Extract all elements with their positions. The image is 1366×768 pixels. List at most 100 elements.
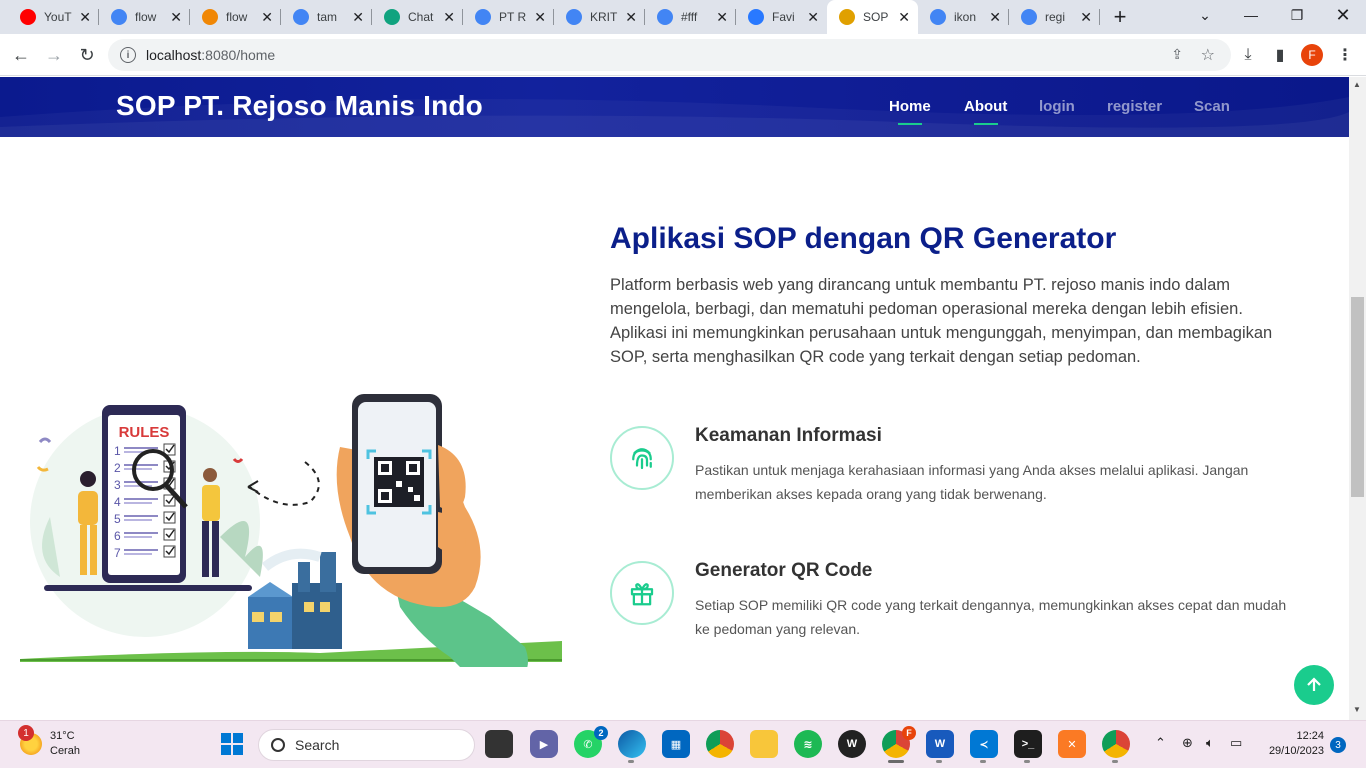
google-icon (475, 9, 491, 25)
scroll-down-icon[interactable]: ▼ (1353, 705, 1361, 714)
volume-icon[interactable]: 🔈︎ (1206, 735, 1214, 751)
rule-number: 4 (114, 495, 121, 509)
weather-temp: 31°C (50, 730, 75, 742)
site-info-icon[interactable]: i (120, 47, 136, 63)
browser-tab[interactable]: Favi ✕ (736, 0, 827, 34)
language-globe-icon[interactable]: ⊕ (1182, 735, 1193, 751)
rule-line (124, 468, 152, 470)
chrome-alt-icon[interactable] (1102, 730, 1130, 758)
bookmark-star-icon[interactable]: ☆ (1201, 45, 1215, 65)
profile-avatar[interactable]: F (1301, 44, 1323, 66)
sun-icon: 1 (18, 725, 42, 755)
tab-search-chevron-icon[interactable]: ⌄ (1182, 0, 1228, 30)
about-description: Platform berbasis web yang dirancang unt… (610, 276, 1273, 366)
google-icon (1021, 9, 1037, 25)
forward-button[interactable]: → (41, 42, 67, 68)
tab-close-icon[interactable]: ✕ (989, 9, 1001, 26)
task-view-icon[interactable] (485, 730, 513, 758)
nav-link-label: About (964, 98, 1008, 115)
browser-tab[interactable]: ikon ✕ (918, 0, 1009, 34)
system-clock[interactable]: 12:24 29/10/2023 (1262, 729, 1324, 759)
tab-close-icon[interactable]: ✕ (807, 9, 819, 26)
taskbar-search-placeholder: Search (295, 737, 340, 753)
tab-close-icon[interactable]: ✕ (716, 9, 728, 26)
weather-badge: 1 (18, 725, 34, 741)
restore-button[interactable]: ❐ (1274, 0, 1320, 30)
chrome-icon[interactable] (706, 730, 734, 758)
wamp-icon[interactable]: W (838, 730, 866, 758)
feature-title-security: Keamanan Informasi (695, 425, 882, 446)
feature-text-security: Pastikan untuk menjaga kerahasiaan infor… (695, 462, 1249, 502)
clock-time: 12:24 (1296, 730, 1324, 742)
edge-icon[interactable] (618, 730, 646, 758)
tab-close-icon[interactable]: ✕ (625, 9, 637, 26)
browser-tab[interactable]: KRIT ✕ (554, 0, 645, 34)
spotify-icon[interactable]: ≋ (794, 730, 822, 758)
browser-tab[interactable]: SOP ✕ (827, 0, 918, 34)
vscode-icon[interactable]: ≺ (970, 730, 998, 758)
tab-close-icon[interactable]: ✕ (443, 9, 455, 26)
side-panel-icon[interactable]: ▮ (1269, 44, 1291, 66)
nav-link-scan[interactable]: Scan (1194, 98, 1230, 115)
rule-line (124, 498, 158, 500)
scroll-up-icon[interactable]: ▲ (1353, 80, 1361, 89)
windows-taskbar: 1 31°C Cerah Search ▶ ✆ 2 ▦ ≋ W F W ≺ >_ ✕… (0, 720, 1366, 768)
store-icon[interactable]: ▦ (662, 730, 690, 758)
browser-toolbar: ← → ↻ i localhost:8080/home ⇪ ☆ ⤓ ▮ F ⋮ (0, 34, 1366, 76)
start-windows-icon[interactable] (218, 730, 246, 758)
browser-tab[interactable]: PT R ✕ (463, 0, 554, 34)
download-icon[interactable]: ⤓ (1237, 44, 1259, 66)
battery-icon[interactable]: ▭ (1230, 735, 1242, 751)
browser-tab[interactable]: #fff ✕ (645, 0, 736, 34)
teams-chat-icon[interactable]: ▶ (530, 730, 558, 758)
site-brand[interactable]: SOP PT. Rejoso Manis Indo (116, 90, 483, 122)
terminal-icon[interactable]: >_ (1014, 730, 1042, 758)
browser-tab[interactable]: flow ✕ (190, 0, 281, 34)
google-icon (111, 9, 127, 25)
reload-button[interactable]: ↻ (74, 42, 100, 68)
new-tab-button[interactable]: + (1100, 0, 1140, 34)
back-to-top-button[interactable] (1294, 665, 1334, 705)
browser-tab[interactable]: flow ✕ (99, 0, 190, 34)
share-icon[interactable]: ⇪ (1171, 46, 1183, 63)
rule-line (124, 447, 158, 449)
favicon-io-icon (748, 9, 764, 25)
drawio-icon (202, 9, 218, 25)
tab-close-icon[interactable]: ✕ (352, 9, 364, 26)
address-bar[interactable]: i localhost:8080/home ⇪ ☆ (108, 39, 1231, 71)
menu-kebab-icon[interactable]: ⋮ (1334, 44, 1356, 66)
weather-condition: Cerah (50, 745, 80, 757)
whatsapp-icon[interactable]: ✆ 2 (574, 726, 608, 758)
nav-link-home[interactable]: Home (889, 98, 931, 125)
nav-link-about[interactable]: About (964, 98, 1008, 125)
tab-close-icon[interactable]: ✕ (261, 9, 273, 26)
taskbar-search[interactable]: Search (258, 729, 475, 761)
tray-overflow-chevron-icon[interactable]: ⌃ (1155, 735, 1166, 751)
minimize-button[interactable]: — (1228, 0, 1274, 30)
browser-tab[interactable]: Chat ✕ (372, 0, 463, 34)
weather-widget[interactable]: 1 31°C Cerah (18, 725, 80, 759)
page-scrollbar[interactable]: ▲ ▼ (1349, 77, 1366, 720)
notification-count-badge[interactable]: 3 (1330, 737, 1346, 753)
google-icon (293, 9, 309, 25)
tab-title: tam (317, 10, 338, 24)
chrome-profile-badge: F (902, 726, 916, 740)
nav-link-register[interactable]: register (1107, 98, 1162, 115)
close-window-button[interactable]: ✕ (1320, 0, 1366, 30)
tab-close-icon[interactable]: ✕ (1080, 9, 1092, 26)
word-icon[interactable]: W (926, 730, 954, 758)
tab-close-icon[interactable]: ✕ (898, 9, 910, 26)
browser-tab[interactable]: tam ✕ (281, 0, 372, 34)
chrome-profile-icon[interactable]: F (882, 726, 916, 758)
scrollbar-thumb[interactable] (1351, 297, 1364, 497)
tab-close-icon[interactable]: ✕ (79, 9, 91, 26)
tab-close-icon[interactable]: ✕ (170, 9, 182, 26)
tab-close-icon[interactable]: ✕ (534, 9, 546, 26)
xampp-icon[interactable]: ✕ (1058, 730, 1086, 758)
nav-link-login[interactable]: login (1039, 98, 1075, 115)
back-button[interactable]: ← (8, 42, 34, 68)
file-explorer-icon[interactable] (750, 730, 778, 758)
rule-line (124, 515, 158, 517)
browser-tab[interactable]: YouT ✕ (8, 0, 99, 34)
browser-tab[interactable]: regi ✕ (1009, 0, 1100, 34)
